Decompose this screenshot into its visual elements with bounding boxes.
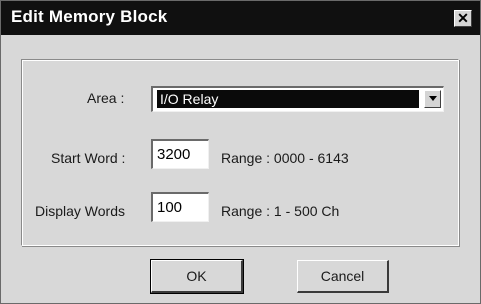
ok-button[interactable]: OK (150, 259, 244, 294)
edit-memory-block-dialog: Edit Memory Block ✕ Area : I/O Relay Sta… (0, 0, 481, 304)
display-words-input[interactable] (151, 192, 209, 222)
close-button[interactable]: ✕ (454, 10, 472, 27)
title-bar[interactable]: Edit Memory Block ✕ (1, 1, 480, 35)
display-words-label: Display Words (35, 203, 125, 219)
start-word-label: Start Word : (51, 150, 126, 166)
area-label: Area : (87, 90, 125, 106)
start-word-range: Range : 0000 - 6143 (221, 150, 349, 166)
display-words-range: Range : 1 - 500 Ch (221, 203, 340, 219)
close-icon: ✕ (457, 10, 469, 26)
cancel-button[interactable]: Cancel (297, 260, 389, 293)
dialog-title: Edit Memory Block (11, 7, 168, 26)
chevron-down-icon (429, 96, 437, 101)
area-select-value: I/O Relay (157, 90, 419, 108)
area-dropdown-button[interactable] (424, 90, 441, 108)
start-word-input[interactable] (151, 139, 209, 169)
area-select[interactable]: I/O Relay (151, 86, 444, 112)
